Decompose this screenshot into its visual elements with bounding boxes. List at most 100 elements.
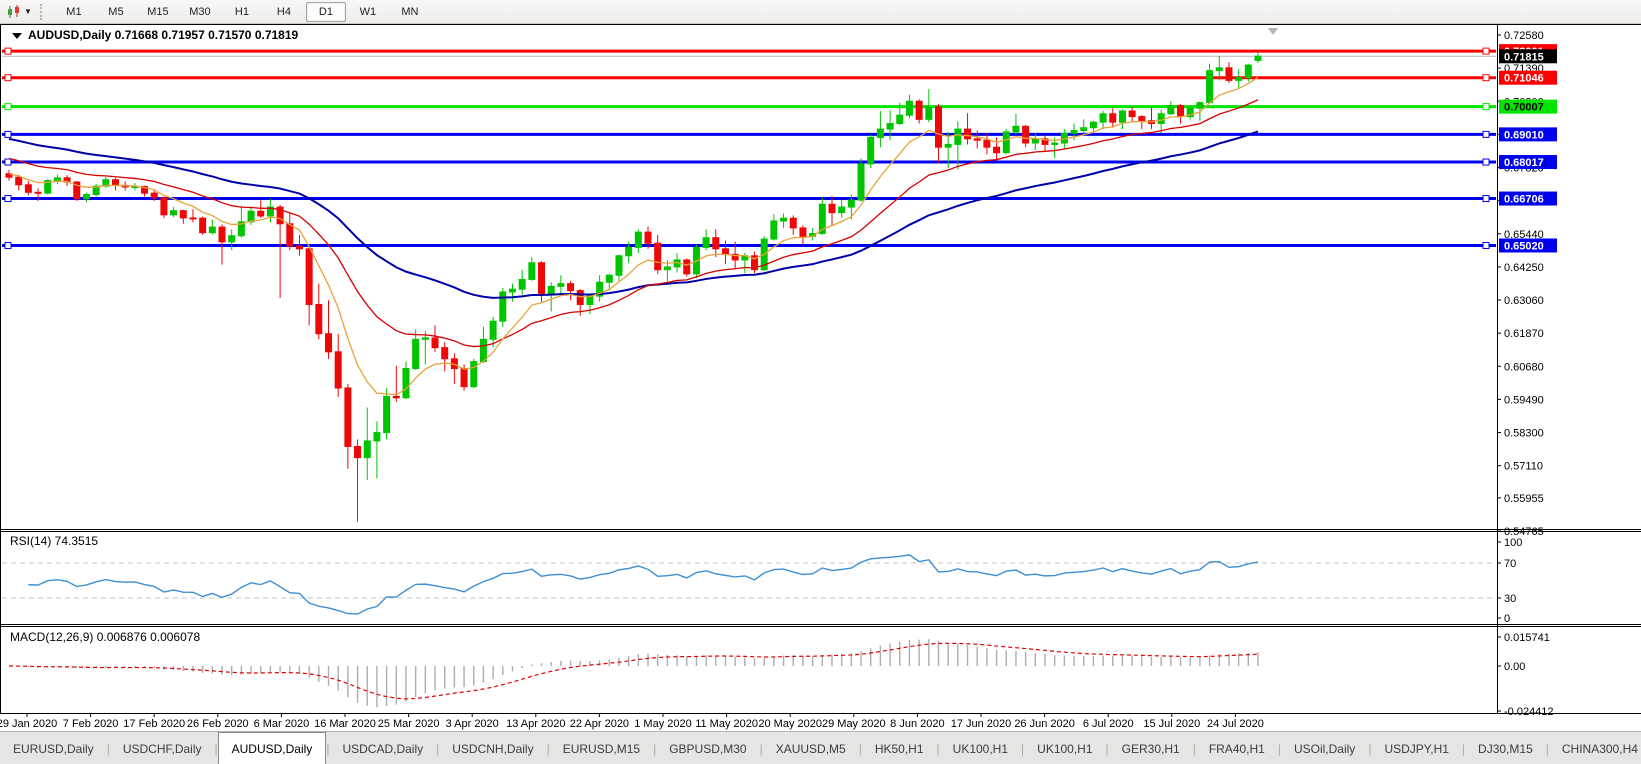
line-handle (5, 104, 11, 110)
candle-body (1245, 65, 1251, 78)
candle-body (1032, 139, 1038, 143)
price-tag-label: 0.66706 (1504, 194, 1544, 206)
date-axis-label: 8 Jun 2020 (890, 718, 944, 730)
candle-body (1207, 71, 1213, 103)
candle-body (35, 192, 41, 193)
price-tag-label: 0.70007 (1504, 102, 1544, 114)
chart-tab-FRA40-H1[interactable]: FRA40,H1 (1196, 732, 1278, 764)
candle-body (1255, 56, 1261, 60)
timeframe-button-D1[interactable]: D1 (306, 2, 346, 22)
candle-body (229, 236, 235, 242)
candle-body (877, 129, 883, 137)
candlestick-chart-icon[interactable]: ▼ (2, 2, 36, 22)
line-handle (5, 48, 11, 54)
candle-body (1013, 126, 1019, 132)
candle-body (587, 296, 593, 304)
candle-body (1003, 132, 1009, 153)
rsi-axis-label: 100 (1504, 537, 1522, 549)
date-axis-label: 7 Feb 2020 (63, 718, 119, 730)
date-axis-label: 15 Jul 2020 (1143, 718, 1200, 730)
chart-tab-HK50-H1[interactable]: HK50,H1 (862, 732, 937, 764)
candle-body (316, 304, 322, 333)
chart-tab-EURUSD-Daily[interactable]: EURUSD,Daily (0, 732, 107, 764)
candle-body (345, 388, 351, 446)
timeframe-button-MN[interactable]: MN (390, 2, 430, 22)
candle-body (655, 243, 661, 269)
chart-tab-USDJPY-H1[interactable]: USDJPY,H1 (1371, 732, 1461, 764)
chart-canvas[interactable]: AUDUSD,Daily 0.71668 0.71957 0.71570 0.7… (0, 24, 1641, 731)
mt4-window: ▼ M1M5M15M30H1H4D1W1MN AUDUSD,Daily 0.71… (0, 0, 1641, 764)
timeframe-button-M30[interactable]: M30 (180, 2, 220, 22)
chart-tab-GER30-H1[interactable]: GER30,H1 (1109, 732, 1193, 764)
candle-body (722, 249, 728, 255)
candle-body (897, 115, 903, 123)
candle-body (703, 238, 709, 248)
candle-body (490, 321, 496, 339)
candle-body (1071, 130, 1077, 133)
candle-body (645, 232, 651, 243)
line-handle (5, 131, 11, 137)
chart-tab-USOil-Daily[interactable]: USOil,Daily (1281, 732, 1368, 764)
macd-axis-label: -0.024412 (1504, 706, 1554, 718)
date-axis-label: 29 Jan 2020 (0, 718, 57, 730)
chart-tab-AUDUSD-Daily[interactable]: AUDUSD,Daily (218, 732, 327, 764)
date-axis-label: 26 Feb 2020 (187, 718, 249, 730)
candle-body (916, 101, 922, 119)
candle-body (306, 249, 312, 305)
candle-body (519, 279, 525, 289)
chart-tab-USDCHF-Daily[interactable]: USDCHF,Daily (110, 732, 215, 764)
candle-body (839, 207, 845, 213)
chart-tab-XAUUSD-M5[interactable]: XAUUSD,M5 (763, 732, 859, 764)
timeframe-button-M1[interactable]: M1 (54, 2, 94, 22)
rsi-caption: RSI(14) 74.3515 (10, 534, 98, 548)
timeframe-button-W1[interactable]: W1 (348, 2, 388, 22)
price-tag-label: 0.71046 (1504, 73, 1544, 85)
candle-body (509, 289, 515, 292)
candle-body (1139, 117, 1145, 121)
macd-caption: MACD(12,26,9) 0.006876 0.006078 (10, 630, 200, 644)
line-handle (5, 75, 11, 81)
line-handle (1483, 75, 1489, 81)
timeframe-button-H1[interactable]: H1 (222, 2, 262, 22)
date-axis-label: 13 Apr 2020 (506, 718, 565, 730)
line-handle (1483, 48, 1489, 54)
chart-tab-DJ30-M15[interactable]: DJ30,M15 (1465, 732, 1546, 764)
candle-body (335, 352, 341, 388)
macd-axis-label: 0.015741 (1504, 632, 1550, 644)
candle-body (529, 263, 535, 280)
chart-tab-UK100-H1[interactable]: UK100,H1 (940, 732, 1021, 764)
timeframe-button-M5[interactable]: M5 (96, 2, 136, 22)
line-handle (1483, 159, 1489, 165)
candle-body (635, 232, 641, 247)
candle-body (219, 227, 225, 242)
candle-body (442, 348, 448, 359)
candle-body (471, 362, 477, 387)
chart-tab-CHINA300-H4[interactable]: CHINA300,H4 (1549, 732, 1641, 764)
chart-tab-UK100-H1[interactable]: UK100,H1 (1024, 732, 1105, 764)
chart-tab-USDCAD-Daily[interactable]: USDCAD,Daily (329, 732, 436, 764)
timeframe-button-M15[interactable]: M15 (138, 2, 178, 22)
chart-tab-GBPUSD-M30[interactable]: GBPUSD,M30 (656, 732, 759, 764)
date-axis-label: 11 May 2020 (695, 718, 758, 730)
price-axis-label: 0.57110 (1504, 461, 1543, 473)
candle-body (296, 246, 302, 249)
price-axis-label: 0.61870 (1504, 328, 1544, 340)
chart-tab-USDCNH-Daily[interactable]: USDCNH,Daily (439, 732, 546, 764)
candle-body (200, 218, 206, 232)
candle-body (1090, 122, 1096, 128)
candle-body (1110, 114, 1116, 122)
price-axis-label: 0.63060 (1504, 295, 1544, 307)
candle-body (326, 334, 332, 352)
chart-tab-EURUSD-M15[interactable]: EURUSD,M15 (550, 732, 653, 764)
timeframe-button-H4[interactable]: H4 (264, 2, 304, 22)
timeframe-buttons: M1M5M15M30H1H4D1W1MN (53, 2, 431, 22)
candle-body (616, 256, 622, 275)
candle-body (606, 275, 612, 282)
rsi-axis-label: 30 (1504, 593, 1516, 605)
candle-body (161, 198, 167, 215)
candle-body (684, 260, 690, 274)
candle-body (664, 267, 670, 270)
toolbar-drag-handle[interactable] (40, 4, 47, 20)
price-axis-label: 0.59490 (1504, 394, 1544, 406)
candle-body (974, 139, 980, 140)
